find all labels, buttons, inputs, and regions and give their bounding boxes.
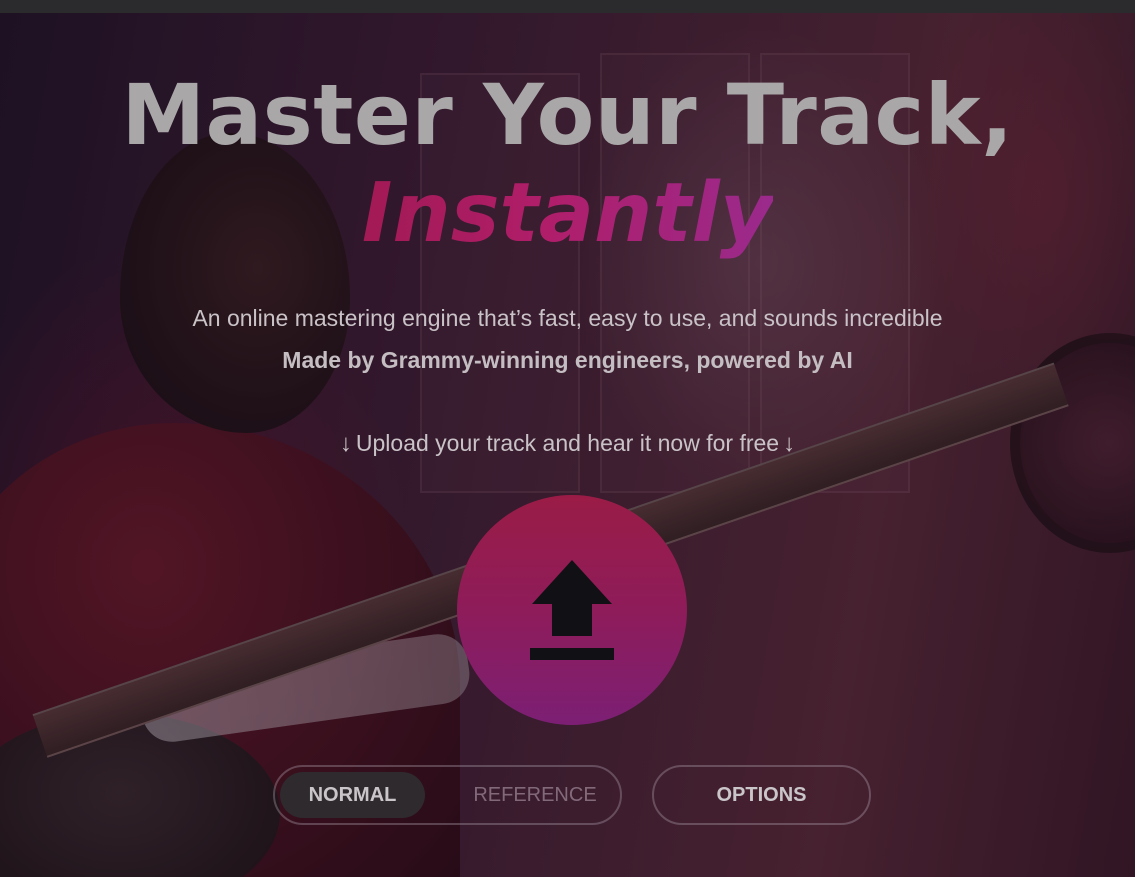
- upload-button[interactable]: [457, 495, 687, 725]
- arrow-down-icon: ↓: [783, 430, 796, 457]
- options-button[interactable]: OPTIONS: [652, 765, 871, 825]
- hero-section: Master Your Track, Instantly An online m…: [0, 13, 1135, 877]
- mode-reference-button[interactable]: REFERENCE: [460, 772, 610, 818]
- hero-subtitle: An online mastering engine that’s fast, …: [192, 305, 943, 331]
- hero-title: Master Your Track,: [121, 66, 1014, 164]
- upload-prompt-text: Upload your track and hear it now for fr…: [355, 430, 780, 456]
- mode-toggle: NORMAL REFERENCE: [273, 765, 622, 825]
- mode-normal-button[interactable]: NORMAL: [280, 772, 425, 818]
- upload-prompt: ↓ Upload your track and hear it now for f…: [0, 430, 1135, 458]
- hero-title-accent-text: Instantly: [361, 166, 774, 261]
- top-bar: [0, 0, 1135, 13]
- hero-title-accent: Instantly: [0, 166, 1135, 261]
- arrow-down-icon: ↓: [339, 430, 352, 457]
- upload-arrow-icon: [530, 560, 614, 660]
- hero-tagline: Made by Grammy-winning engineers, powere…: [282, 347, 853, 373]
